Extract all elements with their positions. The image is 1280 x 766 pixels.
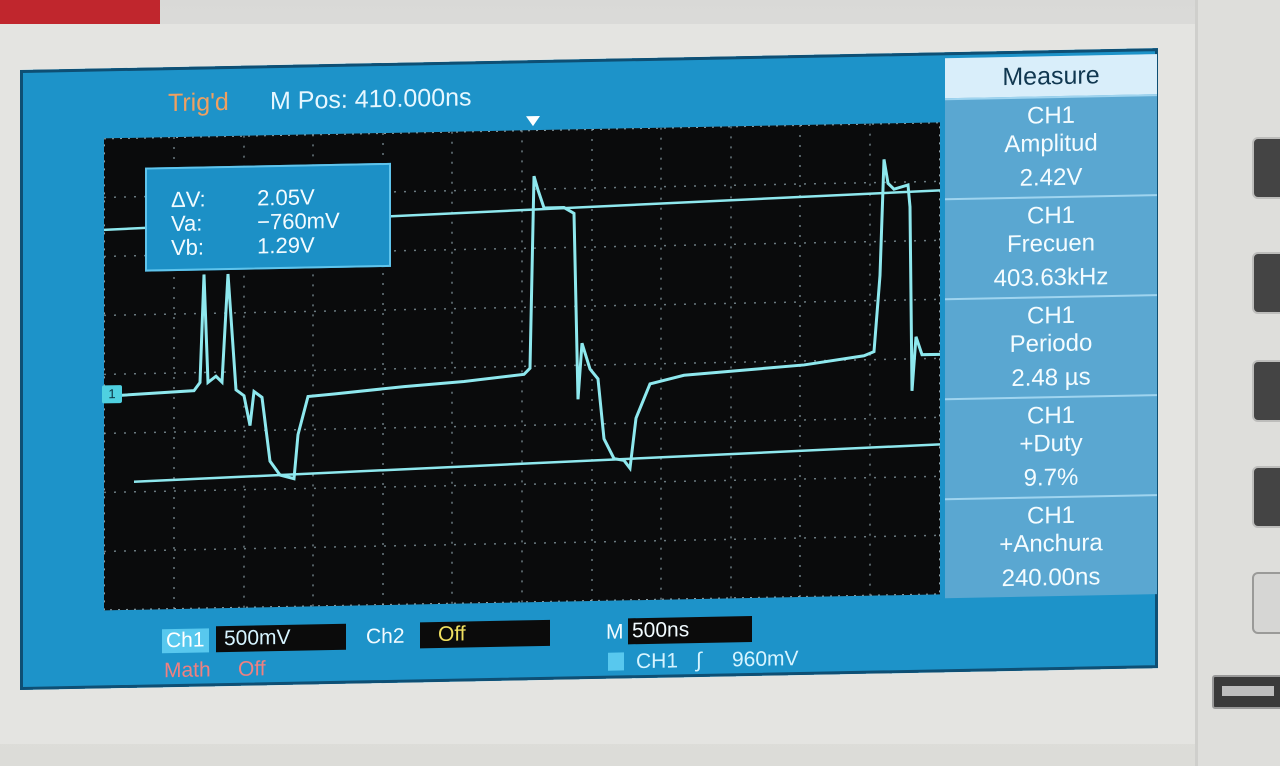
measure-item-duty[interactable]: CH1 +Duty 9.7% xyxy=(945,394,1157,499)
measure-title[interactable]: Measure xyxy=(945,54,1157,99)
va-label: Va: xyxy=(171,210,203,237)
measure-name: +Duty xyxy=(1019,429,1083,458)
usb-port xyxy=(1212,675,1280,709)
measure-value: 240.00ns xyxy=(1001,563,1101,593)
trigger-icon xyxy=(608,652,624,671)
ch2-state[interactable]: Off xyxy=(420,619,550,649)
math-state[interactable]: Off xyxy=(238,657,266,682)
va-value: −760mV xyxy=(257,207,340,235)
measure-name: Frecuen xyxy=(1006,229,1096,259)
delta-v-label: ΔV: xyxy=(171,186,206,213)
measure-channel: CH1 xyxy=(1026,201,1075,230)
trigger-source[interactable]: CH1 xyxy=(636,649,678,674)
measure-name: Periodo xyxy=(1009,329,1093,358)
measure-value: 403.63kHz xyxy=(993,263,1109,293)
ch1-ground-marker[interactable]: 1 xyxy=(102,385,122,404)
measure-channel: CH1 xyxy=(1026,301,1075,330)
measure-value: 2.42V xyxy=(1019,163,1083,192)
measure-item-amplitude[interactable]: CH1 Amplitud 2.42V xyxy=(945,94,1157,199)
measure-channel: CH1 xyxy=(1026,101,1075,130)
softkey-3[interactable] xyxy=(1252,360,1280,422)
measure-item-frequency[interactable]: CH1 Frecuen 403.63kHz xyxy=(945,194,1157,299)
measure-channel: CH1 xyxy=(1026,401,1075,430)
vb-label: Vb: xyxy=(171,234,205,261)
trigger-slope-icon: ∫ xyxy=(696,648,702,673)
math-label[interactable]: Math xyxy=(164,658,211,683)
ch1-label[interactable]: Ch1 xyxy=(162,628,209,654)
brand-logo xyxy=(0,0,160,26)
measure-value: 9.7% xyxy=(1023,463,1079,492)
vb-row: Vb: 1.29V xyxy=(171,232,315,261)
ch2-label[interactable]: Ch2 xyxy=(366,625,405,650)
oscilloscope-screen: Trig'd M Pos: 410.000ns 1 ΔV: 2.05V Va: … xyxy=(20,48,1158,690)
measure-value: 2.48 µs xyxy=(1011,363,1091,392)
trigger-level[interactable]: 960mV xyxy=(732,647,799,672)
measure-channel: CH1 xyxy=(1026,501,1075,530)
measure-panel: Measure CH1 Amplitud 2.42V CH1 Frecuen 4… xyxy=(945,54,1157,599)
vb-value: 1.29V xyxy=(257,232,315,259)
delta-v-row: ΔV: 2.05V xyxy=(171,184,315,213)
measure-item-period[interactable]: CH1 Periodo 2.48 µs xyxy=(945,294,1157,399)
measure-item-width[interactable]: CH1 +Anchura 240.00ns xyxy=(945,494,1157,599)
softkey-5[interactable] xyxy=(1252,572,1280,634)
trigger-status: Trig'd xyxy=(168,87,229,118)
timebase-value[interactable]: 500ns xyxy=(628,615,752,645)
va-row: Va: −760mV xyxy=(171,207,340,237)
timebase-label: M xyxy=(606,620,624,644)
m-pos-value: 410.000ns xyxy=(354,83,472,114)
cursor-line-a[interactable] xyxy=(133,443,940,484)
measure-name: +Anchura xyxy=(999,529,1103,559)
softkey-1[interactable] xyxy=(1252,137,1280,199)
measure-name: Amplitud xyxy=(1004,129,1098,159)
m-pos-readout: M Pos: 410.000ns xyxy=(270,83,472,116)
softkey-4[interactable] xyxy=(1252,466,1280,528)
ch1-scale[interactable]: 500mV xyxy=(216,623,346,653)
softkey-2[interactable] xyxy=(1252,252,1280,314)
trigger-position-arrow-icon xyxy=(526,116,540,127)
delta-v-value: 2.05V xyxy=(257,184,315,211)
cursor-readout-box: ΔV: 2.05V Va: −760mV Vb: 1.29V xyxy=(145,162,391,272)
m-pos-label: M Pos: xyxy=(270,85,348,116)
